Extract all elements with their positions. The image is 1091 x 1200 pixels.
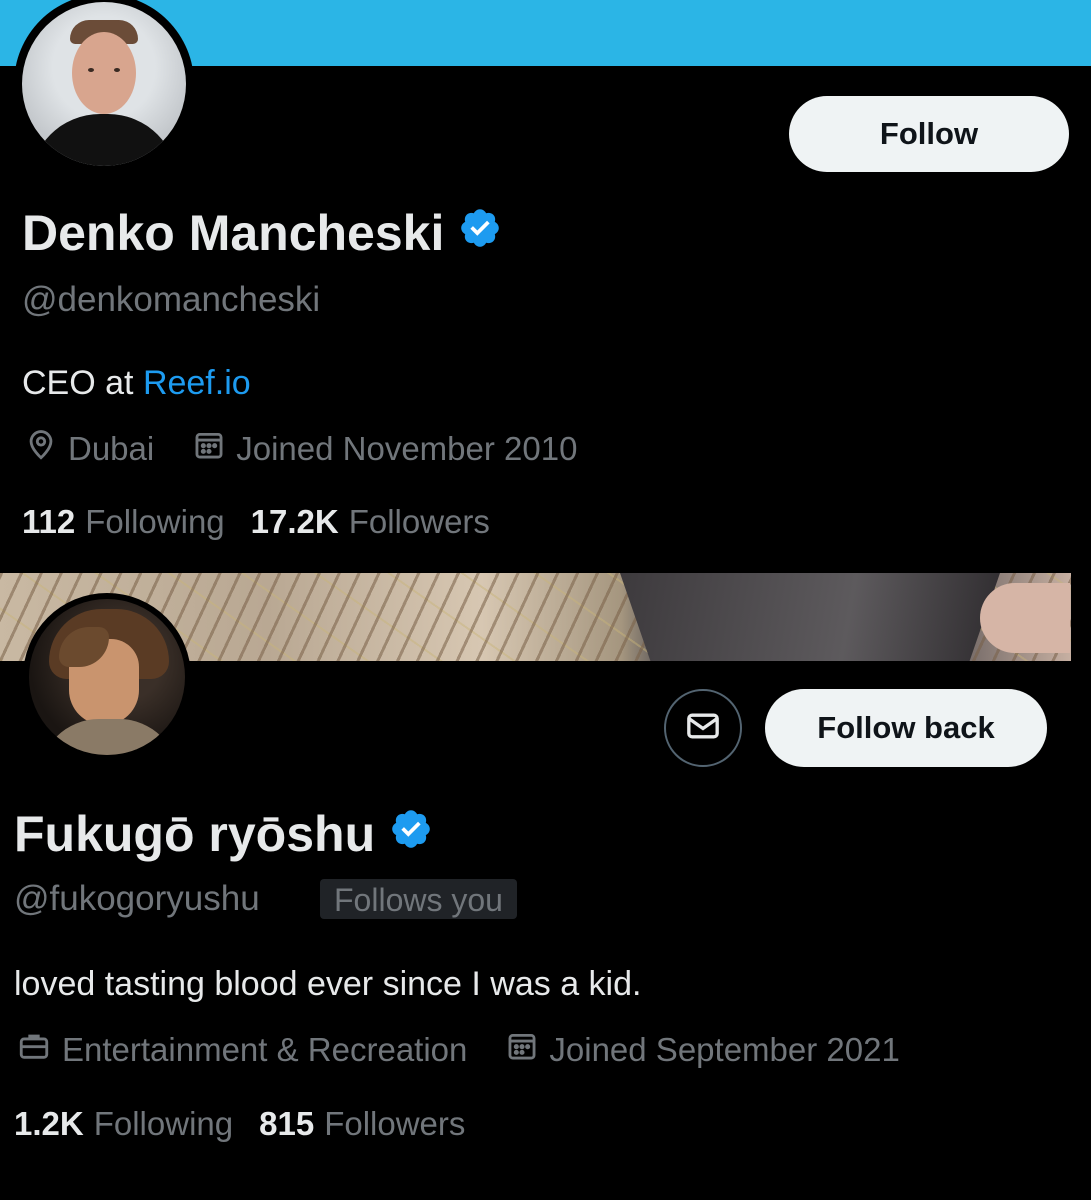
calendar-icon — [505, 1029, 549, 1071]
verified-badge-icon[interactable] — [389, 805, 433, 863]
verified-badge-icon[interactable] — [458, 204, 502, 262]
followers-count: 815 — [259, 1105, 315, 1142]
follow-button[interactable]: Follow — [789, 96, 1069, 172]
follow-stats: 1.2K Following 815 Followers — [14, 1105, 491, 1143]
display-name-text: Fukugō ryōshu — [14, 806, 376, 862]
following-link[interactable]: 112 Following — [22, 503, 225, 541]
bio-link[interactable]: Reef.io — [143, 364, 251, 402]
calendar-icon — [192, 428, 236, 470]
join-date-text: Joined September 2021 — [549, 1031, 900, 1068]
following-label: Following — [93, 1105, 234, 1142]
message-button[interactable] — [664, 689, 742, 767]
followers-link[interactable]: 815 Followers — [259, 1105, 465, 1143]
followers-label: Followers — [324, 1105, 466, 1142]
profile-meta: Dubai Joined November 2010 — [24, 428, 615, 470]
profile-card-fukugo: Follow back Fukugō ryōshu @fukogoryushu … — [0, 573, 1091, 1200]
bio: CEO at Reef.io — [22, 364, 251, 403]
follow-stats: 112 Following 17.2K Followers — [22, 503, 516, 541]
following-count: 1.2K — [14, 1105, 84, 1142]
location-text: Dubai — [68, 430, 155, 467]
location: Dubai — [24, 428, 154, 470]
bio-text: CEO at — [22, 364, 143, 402]
followers-label: Followers — [348, 503, 490, 540]
profile-card-denko: Follow Denko Mancheski @denkomancheski C… — [0, 0, 1091, 573]
join-date: Joined November 2010 — [192, 428, 577, 470]
display-name: Denko Mancheski — [22, 204, 502, 262]
category: Entertainment & Recreation — [16, 1029, 467, 1071]
bio: loved tasting blood ever since I was a k… — [14, 965, 642, 1003]
join-date-text: Joined November 2010 — [236, 430, 578, 467]
location-icon — [24, 428, 68, 470]
following-count: 112 — [22, 503, 76, 540]
followers-count: 17.2K — [250, 503, 339, 540]
username-handle: @fukogoryushu — [14, 879, 260, 918]
display-name: Fukugō ryōshu — [14, 805, 433, 863]
display-name-text: Denko Mancheski — [22, 205, 445, 261]
join-date: Joined September 2021 — [505, 1029, 900, 1071]
mail-icon — [683, 706, 723, 751]
profile-meta: Entertainment & Recreation Joined Septem… — [16, 1029, 938, 1071]
avatar[interactable] — [14, 0, 194, 174]
username-handle: @denkomancheski — [22, 280, 321, 319]
follows-you-badge: Follows you — [320, 879, 517, 919]
banner-image-object — [620, 573, 1000, 661]
banner-image-hand — [980, 583, 1070, 653]
follow-back-button[interactable]: Follow back — [765, 689, 1047, 767]
category-text: Entertainment & Recreation — [62, 1031, 468, 1068]
following-label: Following — [85, 503, 225, 540]
followers-link[interactable]: 17.2K Followers — [251, 503, 490, 541]
avatar[interactable] — [23, 593, 191, 761]
briefcase-icon — [16, 1029, 62, 1071]
following-link[interactable]: 1.2K Following — [14, 1105, 233, 1143]
